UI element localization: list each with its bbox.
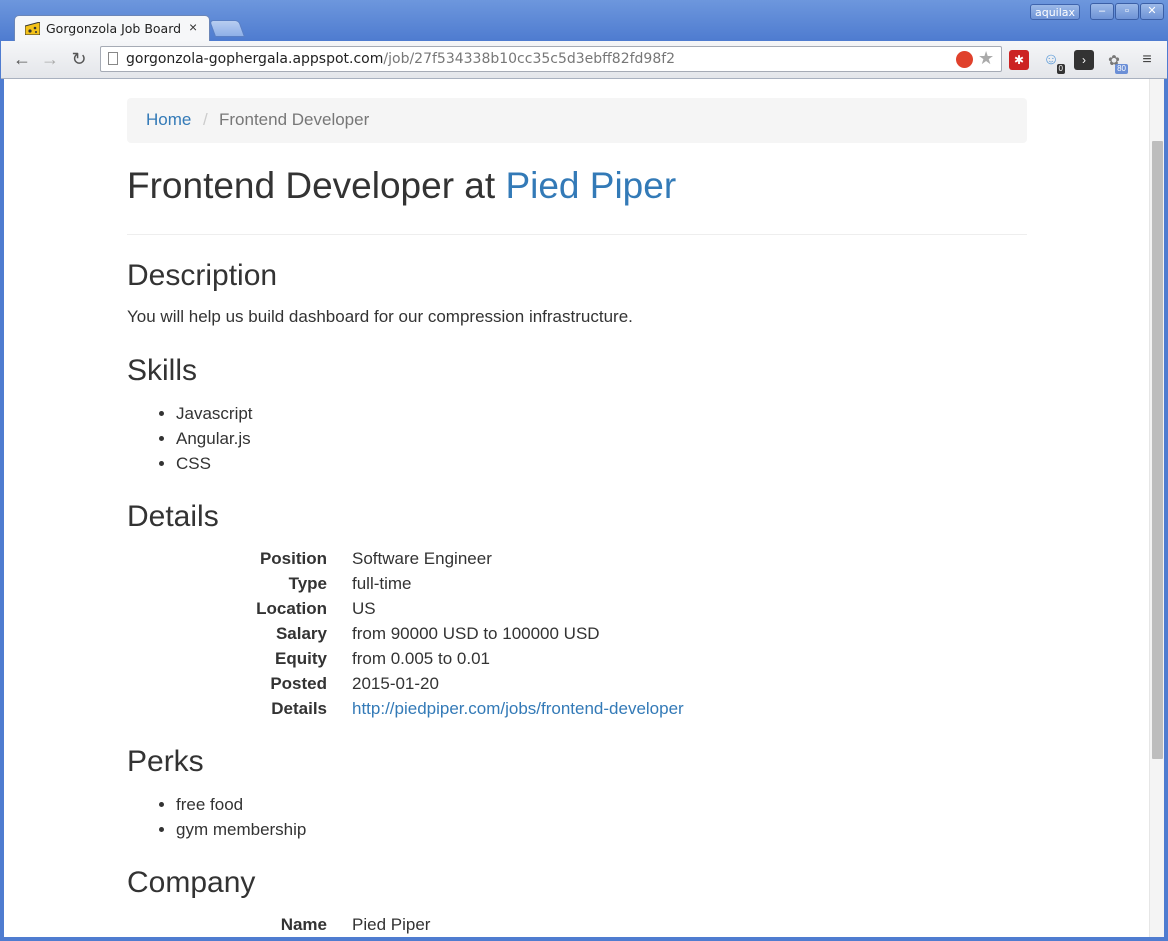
perks-heading: Perks [127, 745, 204, 778]
breadcrumb-separator: / [203, 110, 208, 129]
reload-icon[interactable]: ↻ [68, 48, 90, 70]
scrollbar-thumb[interactable] [1152, 141, 1163, 759]
tab-title: Gorgonzola Job Board [46, 21, 182, 36]
details-label: Posted [270, 674, 327, 693]
details-value: Software Engineer [352, 549, 492, 568]
perks-list: free food gym membership [127, 792, 306, 842]
forward-arrow-icon[interactable]: → [39, 48, 61, 70]
profile-button[interactable]: aquilax [1030, 4, 1080, 20]
skills-list: Javascript Angular.js CSS [127, 401, 253, 476]
title-bar: Gorgonzola Job Board × aquilax – ▫ ✕ [0, 0, 1168, 42]
breadcrumb-home-link[interactable]: Home [146, 110, 191, 130]
details-value: US [352, 599, 376, 618]
lastpass-icon[interactable]: ✱ [1009, 50, 1029, 70]
new-tab-button[interactable] [208, 20, 246, 37]
maximize-button[interactable]: ▫ [1115, 3, 1139, 20]
company-heading: Company [127, 866, 256, 899]
close-tab-icon[interactable]: × [189, 19, 197, 35]
vertical-scrollbar[interactable] [1149, 79, 1164, 937]
details-row: Type full-time [127, 571, 1027, 596]
company-row: Name Pied Piper [127, 912, 1027, 937]
ghostery-badge: 0 [1056, 64, 1065, 74]
cheese-icon [25, 22, 40, 35]
page-icon [108, 52, 118, 65]
url-path: /job/27f534338b10cc35c5d3ebff82fd98f2 [383, 51, 676, 67]
skill-item: Angular.js [176, 426, 253, 451]
minimize-button[interactable]: – [1090, 3, 1114, 20]
bee-extension-icon[interactable]: ✿ 80 [1104, 50, 1128, 74]
details-label: Salary [275, 624, 327, 643]
details-row: Position Software Engineer [127, 546, 1027, 571]
perk-item: free food [176, 792, 306, 817]
company-link[interactable]: Pied Piper [505, 165, 676, 206]
description-text: You will help us build dashboard for our… [127, 307, 633, 326]
breadcrumb-current: Frontend Developer [219, 110, 370, 129]
job-title: Frontend Developer at [127, 165, 506, 206]
page-title: Frontend Developer at Pied Piper [127, 165, 676, 207]
company-list: Name Pied Piper [127, 912, 1027, 937]
details-row: Location US [127, 596, 1027, 621]
details-label: Equity [275, 649, 327, 668]
browser-tab[interactable]: Gorgonzola Job Board × [14, 15, 210, 42]
skill-item: CSS [176, 451, 253, 476]
company-value: Pied Piper [352, 915, 431, 934]
details-value: http://piedpiper.com/jobs/frontend-devel… [352, 696, 684, 721]
details-label: Position [259, 549, 327, 568]
menu-icon[interactable]: ≡ [1137, 50, 1157, 70]
back-arrow-icon[interactable]: ← [11, 48, 33, 70]
details-label: Location [256, 599, 327, 618]
url-host: gorgonzola-gophergala.appspot.com [126, 51, 384, 67]
close-window-button[interactable]: ✕ [1140, 3, 1164, 20]
bookmark-star-icon[interactable]: ★ [978, 48, 994, 69]
skills-heading: Skills [127, 354, 198, 387]
breadcrumb: Home / Frontend Developer [127, 98, 1027, 143]
console-extension-icon[interactable]: › [1074, 50, 1094, 70]
ublock-icon[interactable] [956, 51, 973, 68]
page-content: Home / Frontend Developer Frontend Devel… [4, 79, 1164, 937]
perk-item: gym membership [176, 817, 306, 842]
address-bar[interactable]: gorgonzola-gophergala.appspot.com/job/27… [100, 46, 1002, 72]
url-text[interactable]: gorgonzola-gophergala.appspot.com/job/27… [126, 51, 675, 67]
description-heading: Description [127, 259, 278, 292]
skill-item: Javascript [176, 401, 253, 426]
ghostery-icon[interactable]: ☺ 0 [1041, 50, 1065, 74]
browser-toolbar: ← → ↻ gorgonzola-gophergala.appspot.com/… [1, 41, 1167, 79]
bee-badge: 80 [1115, 64, 1128, 74]
details-label: Details [271, 699, 327, 718]
details-value: full-time [352, 574, 412, 593]
details-label: Type [288, 574, 327, 593]
details-row: Posted 2015-01-20 [127, 671, 1027, 696]
details-row: Equity from 0.005 to 0.01 [127, 646, 1027, 671]
details-row: Salary from 90000 USD to 100000 USD [127, 621, 1027, 646]
details-row: Details http://piedpiper.com/jobs/fronten… [127, 696, 1027, 721]
browser-window: Gorgonzola Job Board × aquilax – ▫ ✕ ← →… [0, 0, 1168, 941]
details-list: Position Software Engineer Type full-time … [127, 546, 1027, 721]
divider [127, 234, 1027, 235]
details-heading: Details [127, 500, 219, 533]
details-value: from 0.005 to 0.01 [352, 649, 490, 668]
details-value: 2015-01-20 [352, 674, 439, 693]
company-label: Name [280, 915, 327, 934]
details-value: from 90000 USD to 100000 USD [352, 624, 600, 643]
job-details-link[interactable]: http://piedpiper.com/jobs/frontend-devel… [352, 699, 684, 718]
